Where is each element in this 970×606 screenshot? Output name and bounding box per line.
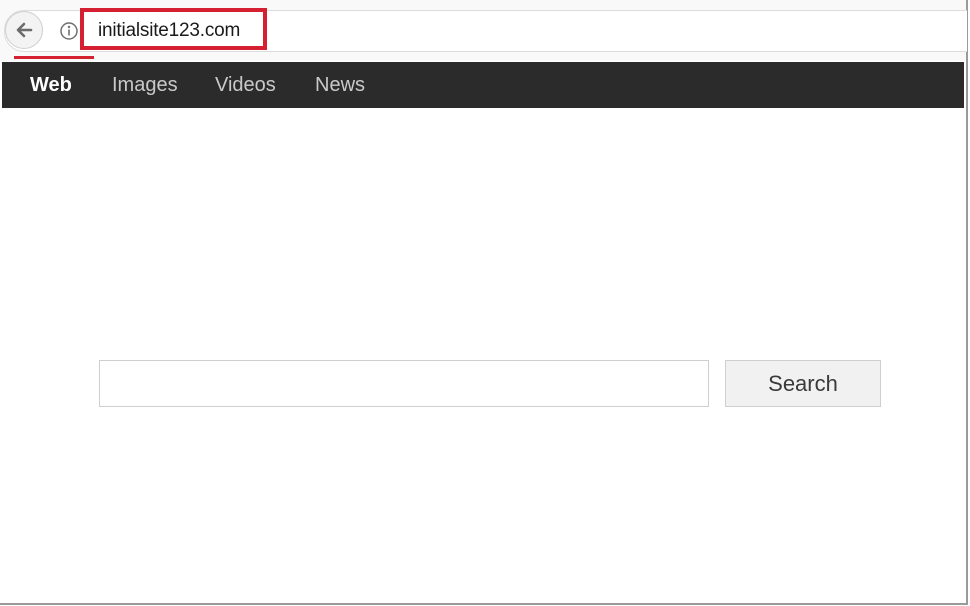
- search-input[interactable]: [99, 360, 709, 407]
- tab-indicator: [14, 56, 94, 59]
- url-highlight-box: [80, 8, 267, 50]
- browser-toolbar: initialsite123.com: [0, 0, 967, 61]
- search-button[interactable]: Search: [725, 360, 881, 407]
- browser-window: initialsite123.com Web Images Videos New…: [0, 0, 968, 605]
- arrow-left-icon: [16, 22, 33, 38]
- site-nav-bar: Web Images Videos News: [2, 62, 964, 108]
- nav-item-videos[interactable]: Videos: [215, 62, 276, 108]
- info-circle-icon[interactable]: [59, 21, 79, 41]
- nav-item-web[interactable]: Web: [30, 62, 72, 108]
- back-button[interactable]: [5, 11, 43, 49]
- nav-item-news[interactable]: News: [315, 62, 365, 108]
- nav-item-images[interactable]: Images: [112, 62, 178, 108]
